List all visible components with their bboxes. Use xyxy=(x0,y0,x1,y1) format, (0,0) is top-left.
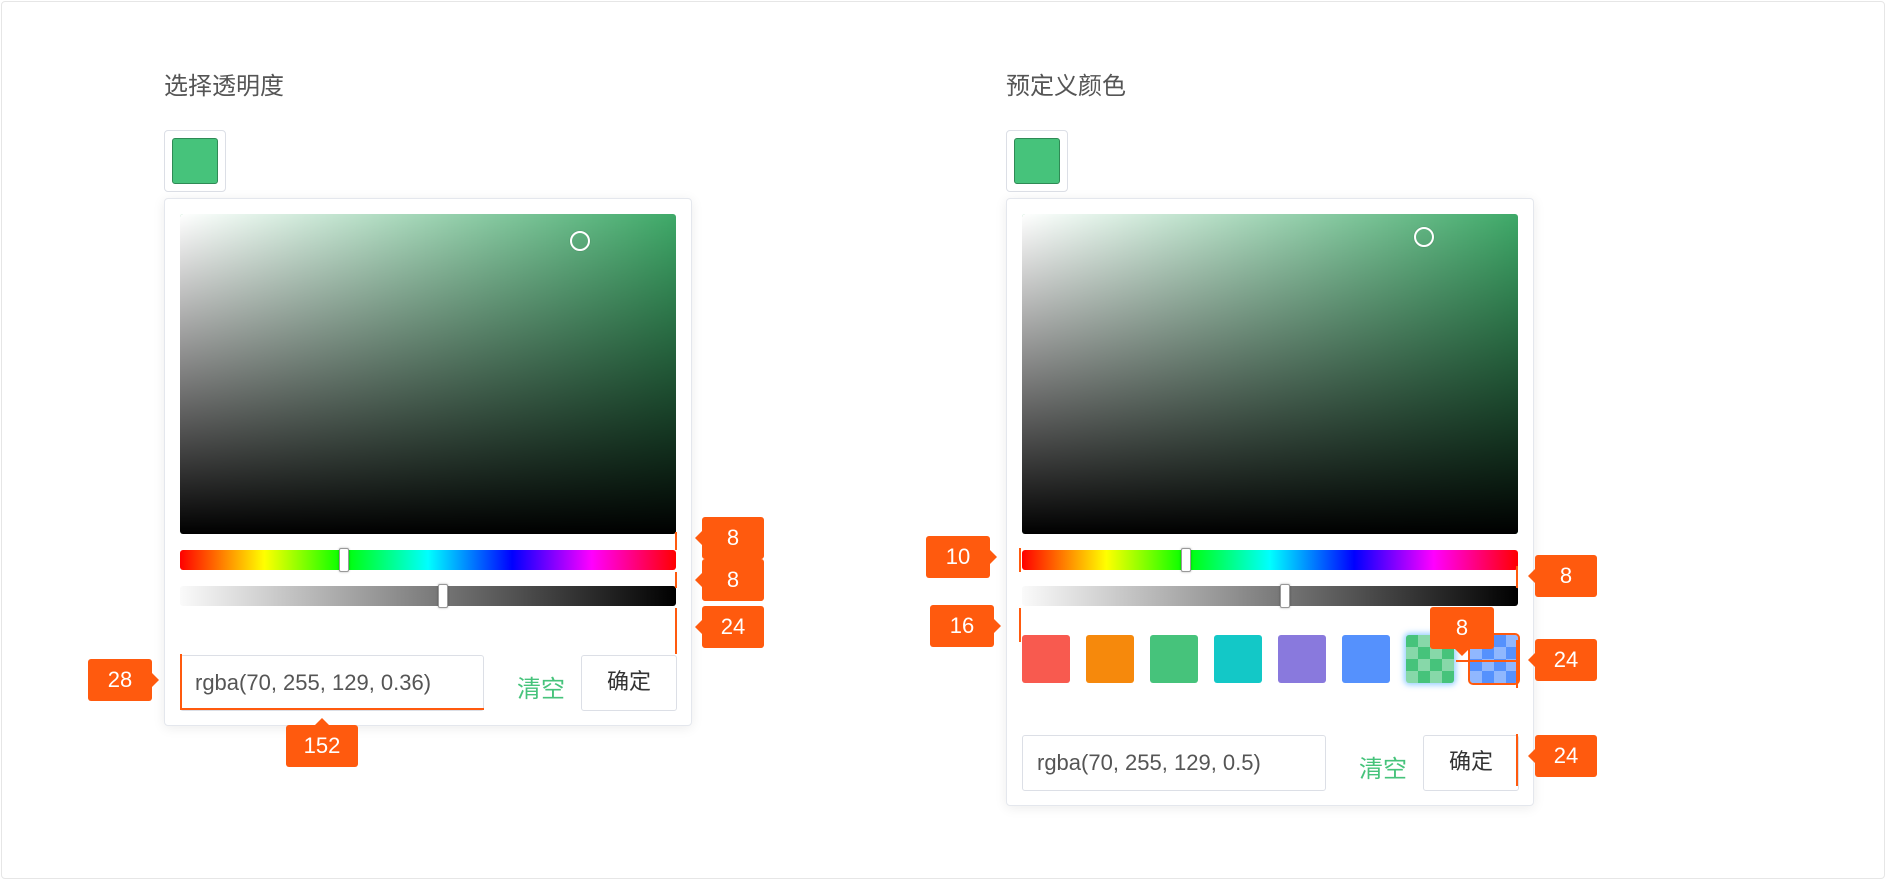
hue-slider[interactable] xyxy=(180,548,676,572)
spacing-guide xyxy=(1516,734,1518,786)
annotation-hue-gap: 8 xyxy=(695,517,764,559)
annotation-input-height: 28 xyxy=(88,659,159,701)
spacing-guide xyxy=(675,608,677,654)
preset-color-purple[interactable] xyxy=(1278,635,1326,683)
hue-slider[interactable] xyxy=(1022,548,1518,572)
preset-color-blue[interactable] xyxy=(1342,635,1390,683)
color-cursor[interactable] xyxy=(570,231,590,251)
alpha-slider-thumb[interactable] xyxy=(1279,584,1290,608)
spacing-guide xyxy=(675,532,677,550)
annotation-input-width: 152 xyxy=(286,718,358,767)
color-picker-panel-alpha: rgba(70, 255, 129, 0.36) 清空 确定 xyxy=(164,198,692,726)
annotation-alpha-gap: 8 xyxy=(695,559,764,601)
alpha-slider-thumb[interactable] xyxy=(437,584,448,608)
annotation-bottom-gap: 24 xyxy=(695,606,764,648)
color-picker-panel-presets: rgba(70, 255, 129, 0.5) 清空 确定 xyxy=(1006,198,1534,806)
saturation-value-area[interactable] xyxy=(180,214,676,534)
alpha-slider[interactable] xyxy=(180,584,676,608)
clear-button[interactable]: 清空 xyxy=(1359,749,1407,784)
spacing-guide xyxy=(1456,660,1516,662)
color-trigger-alpha[interactable] xyxy=(164,130,226,192)
spacing-guide xyxy=(180,708,484,710)
annotation-button-height: 24 xyxy=(1528,735,1597,777)
spacing-guide xyxy=(1516,640,1518,688)
section-title-presets: 预定义颜色 xyxy=(1006,72,1126,100)
preset-color-red[interactable] xyxy=(1022,635,1070,683)
annotation-presets-indent: 16 xyxy=(930,605,1001,647)
hue-slider-thumb[interactable] xyxy=(1180,548,1191,572)
current-color-swatch xyxy=(1014,138,1060,184)
annotation-left-padding: 10 xyxy=(926,536,997,578)
spacing-guide xyxy=(180,654,182,710)
clear-button[interactable]: 清空 xyxy=(517,669,565,704)
value-gradient xyxy=(180,214,676,534)
confirm-button[interactable]: 确定 xyxy=(581,655,677,711)
annotation-preset-size: 24 xyxy=(1528,639,1597,681)
color-cursor[interactable] xyxy=(1414,227,1434,247)
confirm-button[interactable]: 确定 xyxy=(1423,735,1519,791)
spacing-guide xyxy=(675,572,677,588)
value-gradient xyxy=(1022,214,1518,534)
color-value-input[interactable]: rgba(70, 255, 129, 0.36) xyxy=(180,655,484,711)
alpha-slider[interactable] xyxy=(1022,584,1518,608)
section-title-alpha: 选择透明度 xyxy=(164,72,284,100)
annotation-alpha-gap: 8 xyxy=(1528,555,1597,597)
spacing-guide xyxy=(1019,548,1021,572)
preset-color-cyan[interactable] xyxy=(1214,635,1262,683)
preset-color-orange[interactable] xyxy=(1086,635,1134,683)
saturation-value-area[interactable] xyxy=(1022,214,1518,534)
spacing-guide xyxy=(1019,608,1021,642)
current-color-swatch xyxy=(172,138,218,184)
color-value-input[interactable]: rgba(70, 255, 129, 0.5) xyxy=(1022,735,1326,791)
color-trigger-presets[interactable] xyxy=(1006,130,1068,192)
preset-color-green[interactable] xyxy=(1150,635,1198,683)
spacing-guide xyxy=(1516,566,1518,588)
hue-slider-thumb[interactable] xyxy=(338,548,349,572)
annotation-preset-gap: 8 xyxy=(1430,607,1494,656)
